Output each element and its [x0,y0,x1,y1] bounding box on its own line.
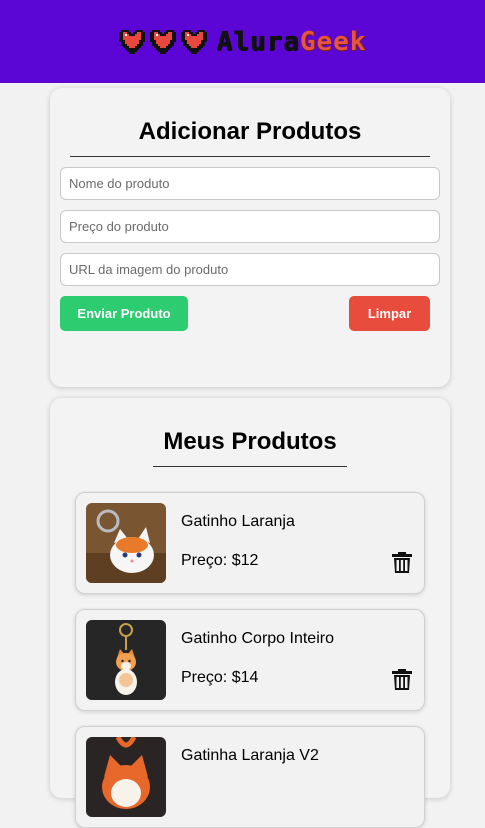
product-price: Preço: $14 [181,669,259,686]
heart-icon [149,29,176,54]
product-image [86,737,166,817]
heart-icon [180,29,207,54]
product-price: Preço: $12 [181,552,259,569]
list-title: Meus Produtos [163,428,337,455]
product-image [86,620,166,700]
heart-icon [118,29,145,54]
product-name: Gatinha Laranja V2 [181,747,319,764]
product-card: Gatinho Corpo Inteiro Preço: $14 [75,609,425,711]
trash-icon[interactable] [392,668,412,690]
product-list-section: Meus Produtos Gatinho Laranja Preço: $12 [50,398,450,828]
trash-icon[interactable] [392,551,412,573]
add-product-form: Adicionar Produtos Enviar Produto Limpar [50,88,450,387]
title-divider [70,156,430,157]
product-image-url-input[interactable] [60,253,440,286]
hearts [118,29,207,54]
alurageek-logo[interactable]: AluraGeek [118,27,367,57]
title-divider [153,466,347,467]
form-title: Adicionar Produtos [138,118,362,145]
send-product-button[interactable]: Enviar Produto [60,296,188,331]
logo-text-geek: Geek [299,26,367,57]
product-card: Gatinho Laranja Preço: $12 [75,492,425,594]
logo-text-alura: Alura [216,26,300,57]
product-image [86,503,166,583]
site-header: AluraGeek [0,0,485,83]
clear-button[interactable]: Limpar [349,296,430,331]
product-name: Gatinho Corpo Inteiro [181,630,334,647]
product-card: Gatinha Laranja V2 [75,726,425,828]
logo-text: AluraGeek [217,27,367,57]
product-name-input[interactable] [60,167,440,200]
product-price-input[interactable] [60,210,440,243]
product-name: Gatinho Laranja [181,513,295,530]
